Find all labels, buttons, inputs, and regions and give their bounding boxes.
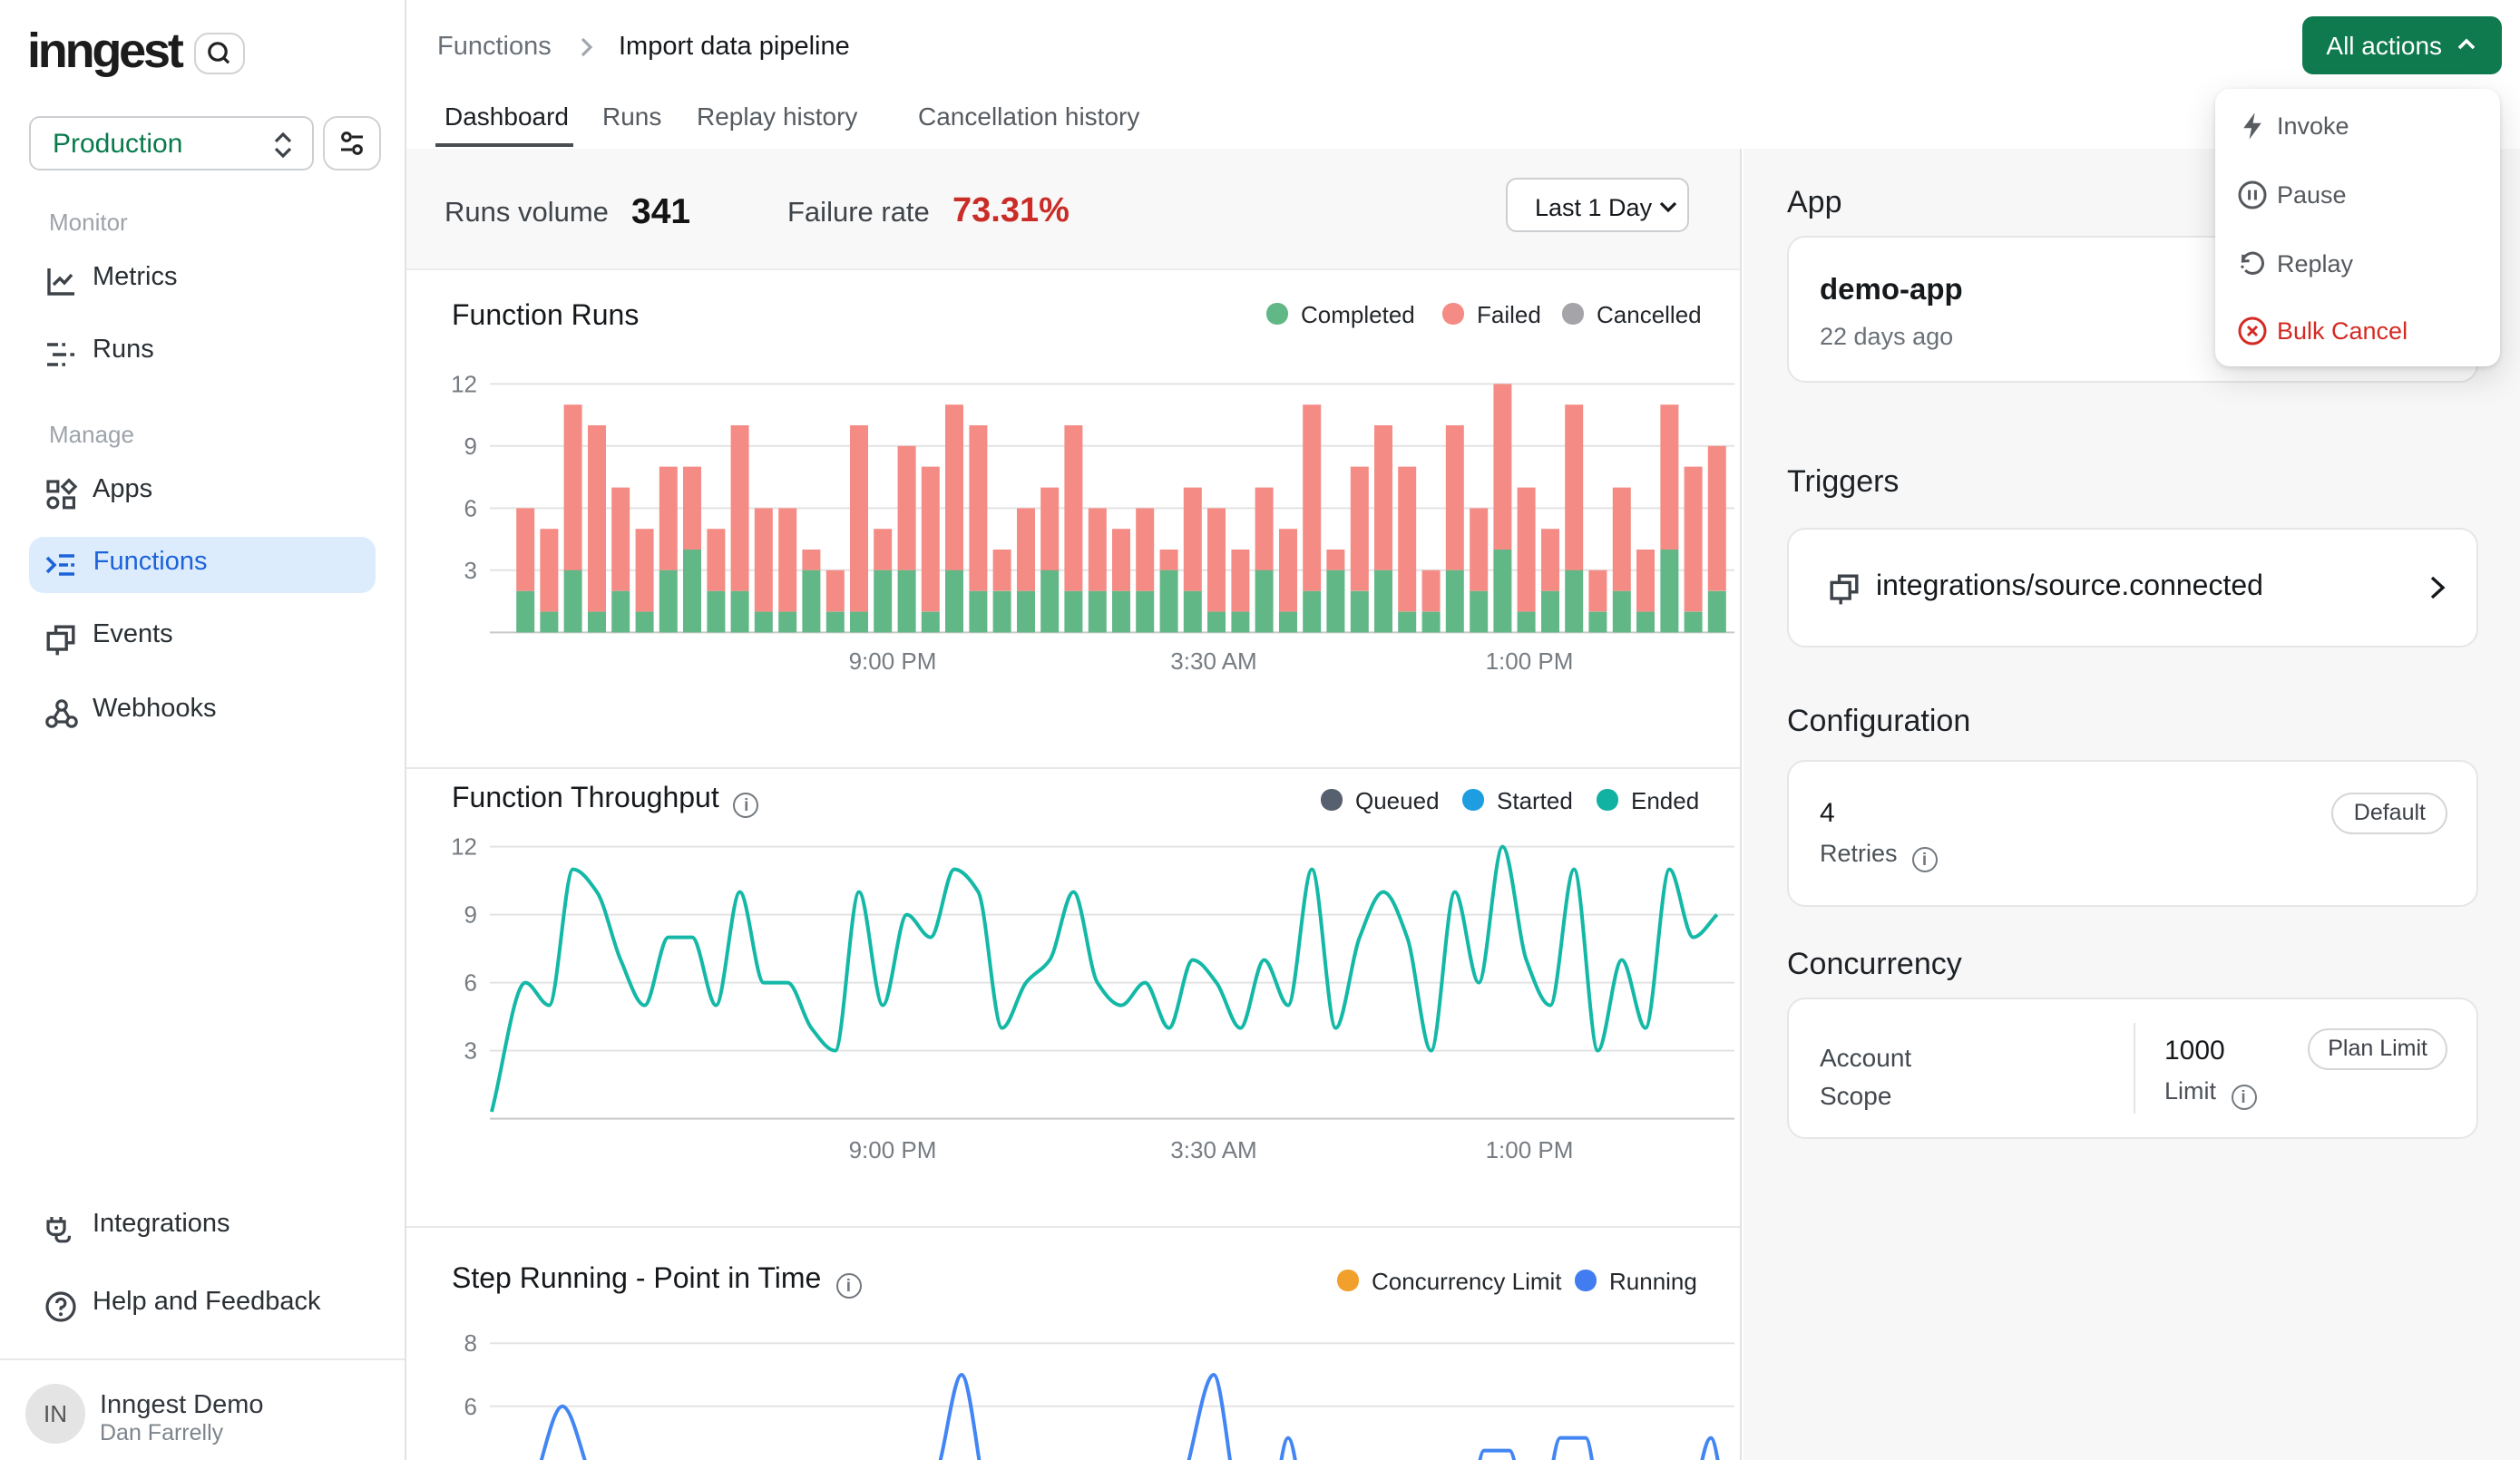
svg-text:9:00 PM: 9:00 PM <box>849 647 937 675</box>
svg-text:3: 3 <box>464 1037 477 1065</box>
svg-text:3: 3 <box>464 557 477 584</box>
svg-text:6: 6 <box>464 494 477 521</box>
svg-text:1:00 PM: 1:00 PM <box>1486 647 1574 675</box>
svg-text:3:30 AM: 3:30 AM <box>1170 647 1256 675</box>
svg-text:9: 9 <box>464 901 477 929</box>
svg-text:12: 12 <box>451 370 477 397</box>
svg-text:8: 8 <box>464 1329 477 1357</box>
svg-text:9: 9 <box>464 433 477 460</box>
svg-text:6: 6 <box>464 1393 477 1420</box>
svg-text:6: 6 <box>464 969 477 997</box>
svg-text:9:00 PM: 9:00 PM <box>849 1136 937 1163</box>
svg-text:1:00 PM: 1:00 PM <box>1486 1136 1574 1163</box>
svg-text:12: 12 <box>451 833 477 861</box>
svg-text:3:30 AM: 3:30 AM <box>1170 1136 1256 1163</box>
svg-text:4: 4 <box>464 1455 477 1460</box>
